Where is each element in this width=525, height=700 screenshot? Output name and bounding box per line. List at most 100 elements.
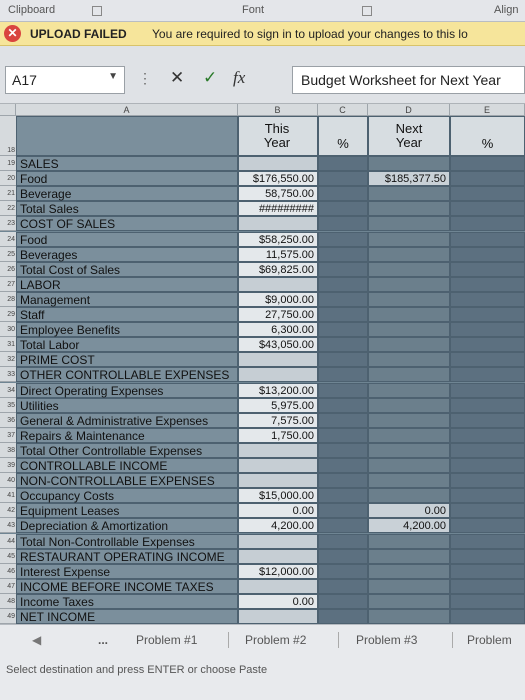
cancel-icon[interactable]: ✕	[170, 68, 184, 88]
cell-e[interactable]	[450, 322, 525, 338]
cell-b[interactable]	[238, 156, 318, 172]
cell-c[interactable]	[318, 397, 368, 413]
tab-problem-2[interactable]: Problem #2	[245, 633, 306, 647]
header-cell-d[interactable]: Next Year	[368, 116, 450, 156]
cell-c[interactable]	[318, 322, 368, 338]
cell-d[interactable]	[368, 563, 450, 579]
cell-d[interactable]	[368, 231, 450, 247]
row-header[interactable]: 35	[0, 397, 16, 413]
cell-d[interactable]	[368, 593, 450, 609]
cell-e[interactable]	[450, 442, 525, 458]
more-options-icon[interactable]: ⋮	[138, 70, 152, 87]
cell-e[interactable]	[450, 382, 525, 398]
cell-b[interactable]	[238, 548, 318, 564]
row-header[interactable]: 18	[0, 116, 16, 156]
row-header[interactable]: 39	[0, 458, 16, 474]
cell-d[interactable]	[368, 276, 450, 292]
cell-d[interactable]	[368, 246, 450, 262]
cell-e[interactable]	[450, 412, 525, 428]
row-header[interactable]: 46	[0, 563, 16, 579]
cell-c[interactable]	[318, 171, 368, 187]
cell-e[interactable]	[450, 397, 525, 413]
cell-d[interactable]	[368, 442, 450, 458]
cell-e[interactable]	[450, 473, 525, 489]
cell-d[interactable]	[368, 382, 450, 398]
row-header[interactable]: 38	[0, 442, 16, 458]
cell-b[interactable]	[238, 533, 318, 549]
row-header[interactable]: 45	[0, 548, 16, 564]
cell-d[interactable]	[368, 548, 450, 564]
cell-d[interactable]	[368, 533, 450, 549]
cell-c[interactable]	[318, 427, 368, 443]
chevron-down-icon[interactable]: ▼	[108, 71, 118, 82]
header-cell-b[interactable]: This Year	[238, 116, 318, 156]
row-header[interactable]: 24	[0, 231, 16, 247]
select-all-corner[interactable]	[0, 104, 16, 116]
cell-d[interactable]	[368, 609, 450, 624]
cell-c[interactable]	[318, 156, 368, 172]
cell-e[interactable]	[450, 186, 525, 202]
cell-e[interactable]	[450, 337, 525, 353]
cell-c[interactable]	[318, 563, 368, 579]
cell-c[interactable]	[318, 488, 368, 504]
cell-c[interactable]	[318, 548, 368, 564]
cell-b[interactable]	[238, 458, 318, 474]
row-header[interactable]: 19	[0, 156, 16, 172]
cell-c[interactable]	[318, 533, 368, 549]
cell-c[interactable]	[318, 261, 368, 277]
cell-e[interactable]	[450, 352, 525, 368]
row-header[interactable]: 47	[0, 578, 16, 594]
cell-d[interactable]	[368, 458, 450, 474]
cell-a[interactable]	[16, 171, 238, 187]
name-box[interactable]: A17 ▼	[5, 66, 125, 94]
row-header[interactable]: 48	[0, 593, 16, 609]
cell-c[interactable]	[318, 473, 368, 489]
column-header-e[interactable]: E	[450, 104, 525, 116]
cell-b[interactable]	[238, 578, 318, 594]
column-header-d[interactable]: D	[368, 104, 450, 116]
cell-b[interactable]	[238, 442, 318, 458]
cell-e[interactable]	[450, 231, 525, 247]
worksheet-grid[interactable]: A B C D E 18 This Year % Next Year % 19 S…	[0, 104, 525, 624]
cell-e[interactable]	[450, 246, 525, 262]
cell-c[interactable]	[318, 186, 368, 202]
cell-c[interactable]	[318, 367, 368, 383]
cell-d[interactable]	[368, 186, 450, 202]
cell-b[interactable]	[238, 367, 318, 383]
cell-a[interactable]	[16, 307, 238, 323]
cell-d[interactable]	[368, 201, 450, 217]
cell-e[interactable]	[450, 156, 525, 172]
tab-problem-1[interactable]: Problem #1	[136, 633, 197, 647]
row-header[interactable]: 26	[0, 261, 16, 277]
row-header[interactable]: 31	[0, 337, 16, 353]
cell-e[interactable]	[450, 488, 525, 504]
cell-d[interactable]	[368, 307, 450, 323]
cell-c[interactable]	[318, 246, 368, 262]
row-header[interactable]: 20	[0, 171, 16, 187]
cell-d[interactable]	[368, 337, 450, 353]
cell-e[interactable]	[450, 171, 525, 187]
row-header[interactable]: 22	[0, 201, 16, 217]
cell-e[interactable]	[450, 427, 525, 443]
cell-c[interactable]	[318, 291, 368, 307]
row-header[interactable]: 41	[0, 488, 16, 504]
cell-b[interactable]	[238, 609, 318, 624]
tab-problem-3[interactable]: Problem #3	[356, 633, 417, 647]
row-header[interactable]: 21	[0, 186, 16, 202]
cell-b[interactable]	[238, 216, 318, 232]
header-cell-a[interactable]	[16, 116, 238, 156]
row-header[interactable]: 42	[0, 503, 16, 519]
cell-e[interactable]	[450, 367, 525, 383]
row-header[interactable]: 33	[0, 367, 16, 383]
cell-c[interactable]	[318, 442, 368, 458]
cell-e[interactable]	[450, 609, 525, 624]
cell-d[interactable]	[368, 322, 450, 338]
cell-b[interactable]	[238, 276, 318, 292]
cell-e[interactable]	[450, 201, 525, 217]
cell-c[interactable]	[318, 307, 368, 323]
cell-d[interactable]	[368, 473, 450, 489]
cell-b[interactable]	[238, 352, 318, 368]
cell-a[interactable]	[16, 231, 238, 247]
cell-d[interactable]	[368, 397, 450, 413]
cell-d[interactable]	[368, 488, 450, 504]
